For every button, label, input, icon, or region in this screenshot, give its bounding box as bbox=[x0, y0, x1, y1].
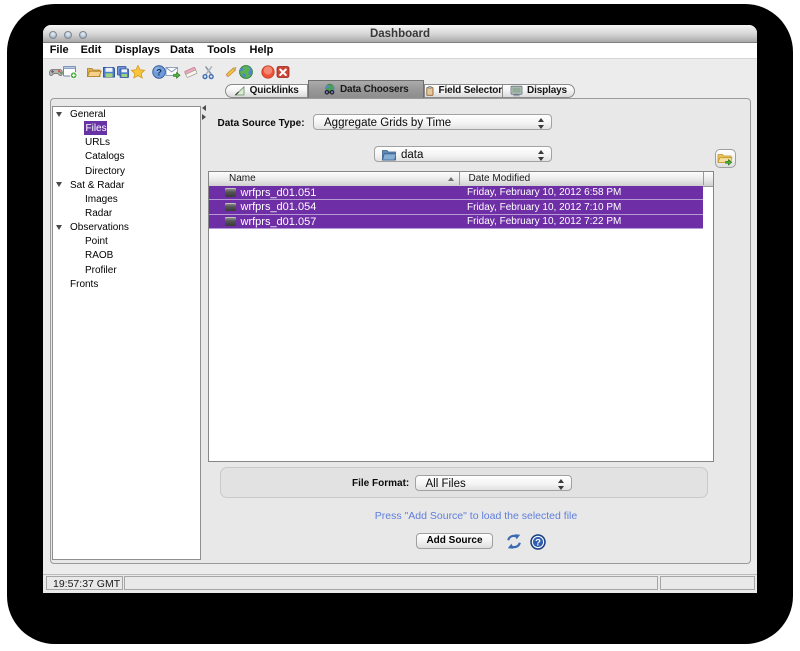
svg-text:?: ? bbox=[535, 538, 541, 549]
svg-text:?: ? bbox=[156, 67, 162, 78]
